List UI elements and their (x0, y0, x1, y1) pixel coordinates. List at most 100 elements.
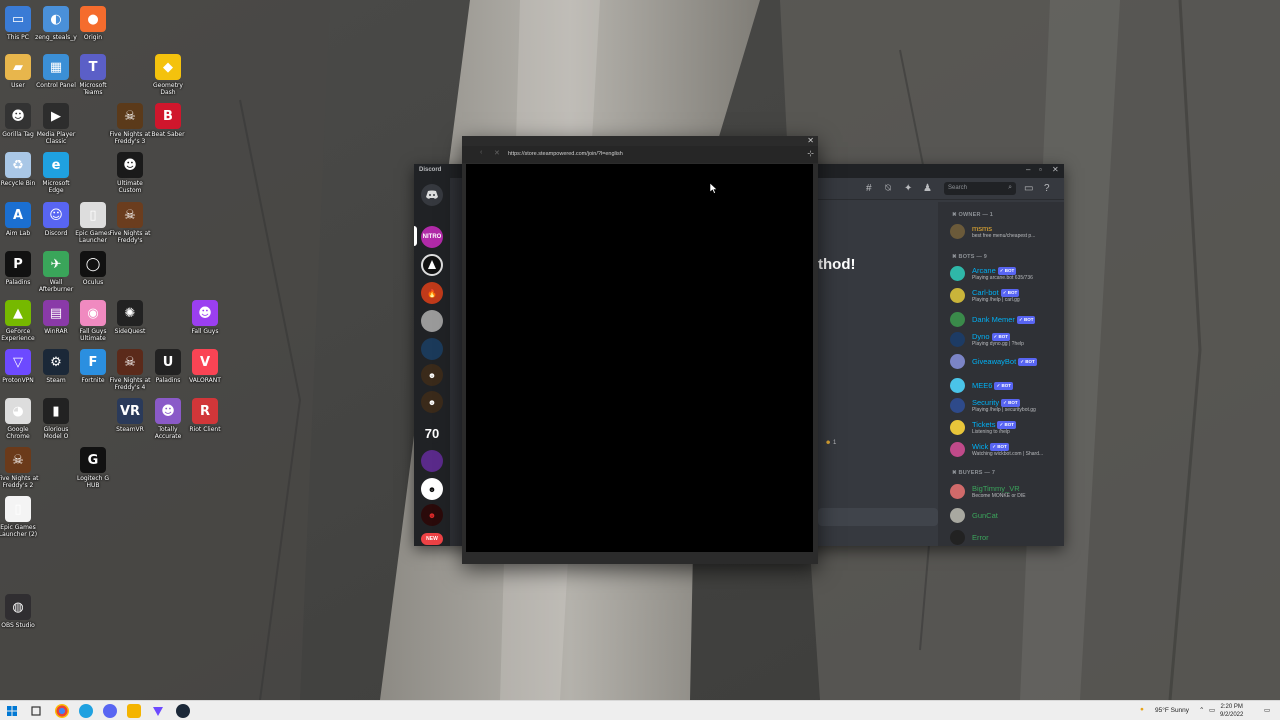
member-name: Dyno ✓ BOT (972, 332, 1011, 342)
desktop-icon[interactable]: ☠ Five Nights at Freddy's (108, 202, 152, 244)
member-group-header[interactable]: ✖ OWNER — 1 (952, 212, 993, 218)
server-icon[interactable]: ☻ (421, 504, 443, 526)
weather-text[interactable]: 95°F Sunny (1155, 707, 1189, 714)
help-icon[interactable]: ? (1044, 183, 1050, 194)
address-bar[interactable]: ‹ ✕ https://store.steampowered.com/join/… (462, 146, 818, 163)
popup-titlebar[interactable]: ✕ (462, 136, 818, 146)
desktop-icon[interactable]: ✺ SideQuest (108, 300, 152, 335)
server-icon[interactable] (421, 338, 443, 360)
desktop-icon[interactable]: ☻ Ultimate Custom (108, 152, 152, 194)
member-row[interactable]: GiveawayBot ✓ BOT (950, 352, 1064, 372)
tray-chevron-icon[interactable]: ⌃ (1199, 706, 1204, 714)
desktop-icon[interactable]: G Logitech G HUB (71, 447, 115, 489)
pin-icon[interactable]: ✦ (904, 183, 912, 194)
notifications-icon[interactable]: ▭ (1264, 706, 1270, 714)
desktop-icon-label: OBS Studio (1, 622, 35, 629)
discord-taskbar-icon[interactable] (103, 704, 117, 718)
desktop-icon[interactable]: V VALORANT (183, 349, 227, 384)
app-icon: ☻ (155, 398, 181, 424)
desktop-icon[interactable]: ▯ Epic Games Launcher (2) (0, 496, 40, 538)
member-row[interactable]: Security ✓ BOT Playing /help | securitybot… (950, 396, 1064, 416)
chrome-taskbar-icon[interactable] (55, 704, 69, 718)
desktop-icon[interactable]: ▮ Glorious Model O (34, 398, 78, 440)
weather-sun-icon: ● (1140, 706, 1144, 713)
inbox-icon[interactable]: ▭ (1024, 183, 1033, 194)
system-clock[interactable]: 2:20 PM 9/2/2022 (1220, 703, 1243, 719)
new-badge[interactable]: NEW (421, 533, 443, 545)
server-icon[interactable] (421, 254, 443, 276)
message-reaction[interactable]: ☻ 1 (825, 440, 836, 446)
desktop-icon[interactable]: ☠ Five Nights at Freddy's 2 (0, 447, 40, 489)
maximize-icon[interactable]: ▫ (1039, 165, 1042, 174)
member-list-icon[interactable]: ♟ (923, 183, 932, 194)
mute-bell-icon[interactable]: ⍉ (885, 183, 891, 194)
app-icon: ◍ (5, 594, 31, 620)
desktop-icon[interactable]: T Microsoft Teams (71, 54, 115, 96)
member-row[interactable]: Tickets ✓ BOT Listening to /help (950, 418, 1064, 438)
edge-taskbar-icon[interactable] (79, 704, 93, 718)
network-icon[interactable]: ▭ (1209, 706, 1215, 714)
bot-badge: ✓ BOT (997, 421, 1017, 430)
server-icon[interactable] (421, 450, 443, 472)
popup-page-content[interactable] (466, 164, 813, 552)
desktop-icon[interactable]: ◆ Geometry Dash (146, 54, 190, 96)
extension-icon[interactable]: ⊹ (807, 149, 814, 158)
member-row[interactable]: Carl-bot ✓ BOT Playing /help | carl.gg (950, 286, 1064, 306)
desktop-icon[interactable]: ☻ Fall Guys (183, 300, 227, 335)
member-row[interactable]: Error (950, 528, 1064, 546)
desktop-icon[interactable]: ● Origin (71, 6, 115, 41)
server-icon[interactable]: 🔥 (421, 282, 443, 304)
app-icon: ▮ (43, 398, 69, 424)
search-input[interactable]: Search ⌕ (944, 182, 1016, 195)
server-icon[interactable]: ☻ (421, 364, 443, 386)
threads-icon[interactable]: # (866, 183, 872, 194)
desktop-icon[interactable]: B Beat Saber (146, 103, 190, 138)
task-view-icon[interactable] (29, 704, 43, 718)
steam-taskbar-icon[interactable] (176, 704, 190, 718)
member-name-text: Error (972, 533, 989, 542)
desktop-icon-label: Ultimate Custom (117, 180, 143, 194)
desktop-icon[interactable]: ◍ OBS Studio (0, 594, 40, 629)
popup-url[interactable]: https://store.steampowered.com/join/?l=e… (508, 151, 623, 157)
avatar (950, 378, 965, 393)
member-row[interactable]: Wick ✓ BOT Watching wickbot.com | Shard... (950, 440, 1064, 460)
app-icon: ▯ (5, 496, 31, 522)
member-name-text: Arcane (972, 266, 996, 275)
file-explorer-icon[interactable] (127, 704, 141, 718)
minimize-icon[interactable]: – (1026, 165, 1030, 174)
member-row[interactable]: Dyno ✓ BOT Playing dyno.gg | ?help (950, 330, 1064, 350)
member-group-header[interactable]: ✖ BUYERS — 7 (952, 470, 995, 476)
desktop-icon[interactable]: ▶ Media Player Classic (34, 103, 78, 145)
browser-popup-window[interactable]: ✕ ‹ ✕ https://store.steampowered.com/joi… (462, 136, 818, 564)
close-icon[interactable]: ✕ (1052, 165, 1059, 174)
proton-vpn-taskbar-icon[interactable] (151, 704, 165, 718)
avatar (950, 332, 965, 347)
app-icon: A (5, 202, 31, 228)
member-row[interactable]: msms best free menu/cheapest p... (950, 222, 1064, 242)
message-input[interactable] (818, 508, 938, 526)
discord-home-icon[interactable] (421, 184, 443, 206)
member-group-header[interactable]: ✖ BOTS — 9 (952, 254, 987, 260)
server-icon[interactable] (421, 310, 443, 332)
start-windows-icon[interactable] (5, 704, 19, 718)
server-70[interactable]: 70 (421, 422, 443, 444)
member-name-text: MEE6 (972, 381, 993, 390)
app-icon: B (155, 103, 181, 129)
back-icon[interactable]: ‹ (480, 149, 482, 156)
server-icon[interactable]: ☻ (421, 478, 443, 500)
member-row[interactable]: Arcane ✓ BOT Playing arcane.bot 635/736 (950, 264, 1064, 284)
member-row[interactable]: GunCat (950, 506, 1064, 526)
desktop-icon[interactable]: ◯ Oculus (71, 251, 115, 286)
member-name-text: BigTimmy_VR (972, 484, 1020, 493)
desktop-icon[interactable]: e Microsoft Edge (34, 152, 78, 194)
member-row[interactable]: Dank Memer ✓ BOT (950, 310, 1064, 330)
member-row[interactable]: BigTimmy_VR Become MONKE or DIE (950, 482, 1064, 502)
server-nitro[interactable]: NITRO (421, 226, 443, 248)
avatar (950, 508, 965, 523)
member-name: Security ✓ BOT (972, 398, 1020, 408)
server-icon[interactable]: ☻ (421, 391, 443, 413)
close-icon[interactable]: ✕ (807, 136, 814, 145)
stop-icon[interactable]: ✕ (494, 149, 500, 157)
desktop-icon[interactable]: R Riot Client (183, 398, 227, 433)
member-row[interactable]: MEE6 ✓ BOT (950, 376, 1064, 396)
